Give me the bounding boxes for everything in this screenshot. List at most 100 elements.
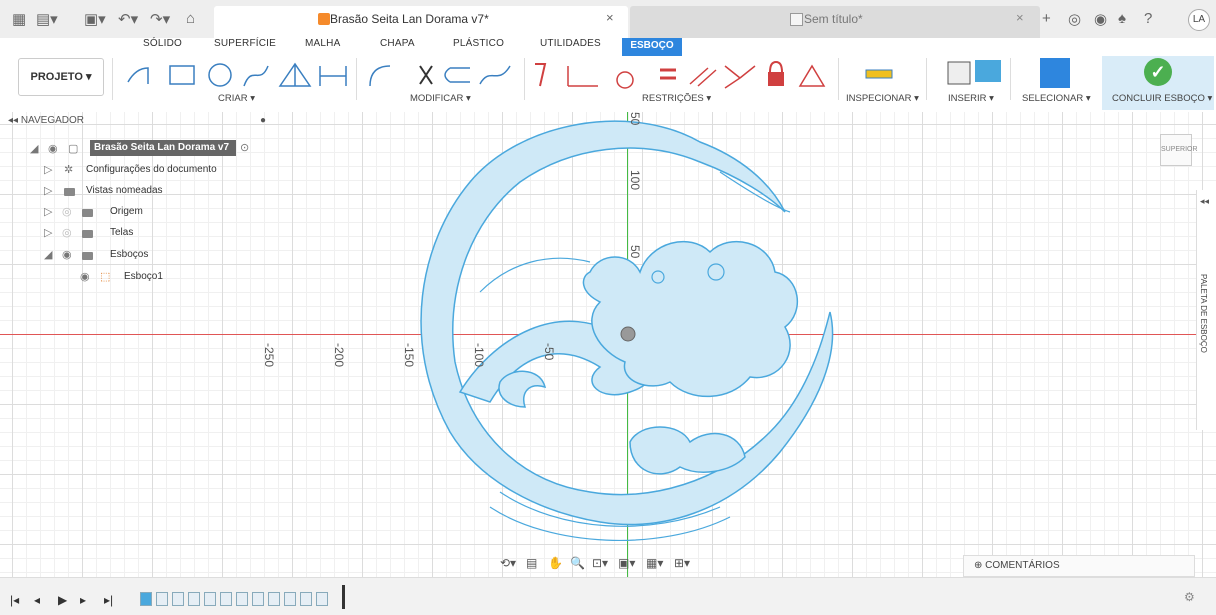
inspecionar-menu[interactable]: INSPECIONAR ▾ bbox=[846, 93, 919, 104]
orbit-icon[interactable]: ⟲▾ bbox=[500, 556, 516, 570]
folder-icon bbox=[82, 252, 93, 260]
line-tool-icon bbox=[127, 67, 149, 84]
check-icon[interactable]: ✓ bbox=[1144, 58, 1172, 86]
equal-icon bbox=[660, 68, 676, 80]
timeline-play-icon[interactable]: ▶ bbox=[58, 593, 67, 607]
timeline-prev-icon[interactable]: ◂ bbox=[34, 593, 40, 607]
criar-menu[interactable]: CRIAR ▾ bbox=[218, 93, 255, 104]
job-status-icon[interactable]: ◉ bbox=[1094, 10, 1107, 28]
collapse-palette-icon[interactable]: ◂◂ bbox=[1200, 196, 1209, 207]
timeline-step[interactable] bbox=[316, 592, 328, 606]
collapse-navigator-icon[interactable]: ◂◂ bbox=[8, 115, 21, 126]
pan-icon[interactable]: ✋ bbox=[548, 556, 563, 570]
tab-superficie[interactable]: SUPERFÍCIE bbox=[214, 38, 276, 49]
coincident-icon bbox=[567, 66, 598, 87]
ribbon-divider bbox=[356, 58, 357, 100]
expand-arrow-icon[interactable]: ▷ bbox=[44, 205, 52, 218]
nav-item-telas[interactable]: Telas bbox=[110, 223, 133, 243]
notifications-icon[interactable]: ♠ bbox=[1118, 10, 1126, 27]
lower-cloud-shape bbox=[629, 426, 746, 475]
expand-arrow-icon[interactable]: ▷ bbox=[44, 184, 52, 197]
add-comment-icon[interactable]: ⊕ bbox=[974, 560, 982, 571]
grid-settings-icon[interactable]: ▦▾ bbox=[646, 556, 663, 570]
projeto-button[interactable]: PROJETO ▾ bbox=[18, 58, 104, 96]
new-tab-icon[interactable]: + bbox=[1042, 10, 1051, 27]
concluir-esboco-menu[interactable]: CONCLUIR ESBOÇO ▾ bbox=[1112, 93, 1212, 104]
trim-scissors-icon bbox=[419, 65, 433, 85]
undo-icon[interactable]: ↶▾ bbox=[118, 10, 138, 28]
visibility-eye-icon[interactable]: ◉ bbox=[80, 270, 90, 283]
apps-grid-icon[interactable]: ▦ bbox=[12, 10, 26, 28]
close-second-tab-icon[interactable]: × bbox=[1016, 10, 1024, 25]
timeline-step[interactable] bbox=[156, 592, 168, 606]
timeline-step[interactable] bbox=[188, 592, 200, 606]
tab-esboco[interactable]: ESBOÇO bbox=[622, 38, 682, 54]
collapse-arrow-icon[interactable]: ◢ bbox=[44, 248, 52, 261]
timeline-marker[interactable] bbox=[342, 585, 345, 609]
close-tab-icon[interactable]: × bbox=[606, 10, 614, 25]
circle-tool-icon bbox=[208, 63, 232, 87]
activate-radio-icon[interactable]: ⊙ bbox=[240, 141, 249, 154]
second-tab-title: Sem título* bbox=[804, 12, 863, 26]
tab-malha[interactable]: MALHA bbox=[305, 38, 340, 49]
display-settings-icon[interactable]: ▣▾ bbox=[618, 556, 635, 570]
tab-chapa[interactable]: CHAPA bbox=[380, 38, 415, 49]
perpendicular-icon bbox=[724, 65, 756, 89]
timeline-step[interactable] bbox=[252, 592, 264, 606]
expand-arrow-icon[interactable]: ▷ bbox=[44, 163, 52, 176]
inserir-menu[interactable]: INSERIR ▾ bbox=[948, 93, 994, 104]
timeline-step[interactable] bbox=[172, 592, 184, 606]
ribbon-divider bbox=[112, 58, 113, 100]
timeline-next-icon[interactable]: ▸ bbox=[80, 593, 86, 607]
navigator-header[interactable]: ◂◂ NAVEGADOR ● bbox=[8, 115, 272, 133]
hidden-eye-icon[interactable]: ◎ bbox=[62, 205, 72, 218]
timeline-step[interactable] bbox=[300, 592, 312, 606]
lock-icon bbox=[768, 72, 784, 86]
nav-item-esbocos[interactable]: Esboços bbox=[110, 245, 148, 265]
spline-tool-icon bbox=[243, 65, 269, 87]
tab-solido[interactable]: SÓLIDO bbox=[143, 38, 182, 49]
comments-panel[interactable]: ⊕ COMENTÁRIOS bbox=[963, 555, 1195, 577]
expand-arrow-icon[interactable]: ▷ bbox=[44, 226, 52, 239]
look-at-icon[interactable]: ▤ bbox=[526, 556, 537, 570]
timeline-settings-gear-icon[interactable]: ⚙ bbox=[1184, 590, 1195, 604]
navigator-options-icon[interactable]: ● bbox=[260, 115, 266, 126]
extensions-icon[interactable]: ◎ bbox=[1068, 10, 1081, 28]
nav-item-vistas[interactable]: Vistas nomeadas bbox=[86, 181, 163, 201]
horizontal-vertical-icon bbox=[535, 63, 547, 87]
tangent-icon bbox=[616, 71, 634, 89]
modificar-menu[interactable]: MODIFICAR ▾ bbox=[410, 93, 471, 104]
timeline-step[interactable] bbox=[284, 592, 296, 606]
timeline-step[interactable] bbox=[268, 592, 280, 606]
insert-derive-icon bbox=[947, 61, 971, 85]
zoom-icon[interactable]: 🔍 bbox=[570, 556, 585, 570]
viewcube[interactable]: SUPERIOR bbox=[1160, 134, 1198, 166]
timeline-step[interactable] bbox=[236, 592, 248, 606]
timeline-end-icon[interactable]: ▸| bbox=[104, 593, 113, 607]
file-menu-icon[interactable]: ▤▾ bbox=[36, 10, 58, 28]
help-icon[interactable]: ? bbox=[1144, 10, 1152, 27]
visibility-eye-icon[interactable]: ◉ bbox=[48, 142, 58, 155]
avatar[interactable]: LA bbox=[1188, 9, 1210, 31]
timeline-start-icon[interactable]: |◂ bbox=[10, 593, 19, 607]
nav-item-origem[interactable]: Origem bbox=[110, 202, 143, 222]
timeline-step[interactable] bbox=[204, 592, 216, 606]
nav-item-esboco1[interactable]: Esboço1 bbox=[124, 267, 163, 287]
fit-icon[interactable]: ⊡▾ bbox=[592, 556, 608, 570]
selecionar-menu[interactable]: SELECIONAR ▾ bbox=[1022, 93, 1091, 104]
restricoes-menu[interactable]: RESTRIÇÕES ▾ bbox=[642, 93, 711, 104]
tab-plastico[interactable]: PLÁSTICO bbox=[453, 38, 504, 49]
timeline-step[interactable] bbox=[220, 592, 232, 606]
hidden-eye-icon[interactable]: ◎ bbox=[62, 226, 72, 239]
navigator-root[interactable]: Brasão Seita Lan Dorama v7 bbox=[90, 140, 236, 156]
visibility-eye-icon[interactable]: ◉ bbox=[62, 248, 72, 261]
home-icon[interactable]: ⌂ bbox=[186, 10, 195, 27]
timeline-step[interactable] bbox=[140, 592, 152, 606]
collapse-arrow-icon[interactable]: ◢ bbox=[30, 142, 38, 155]
viewports-icon[interactable]: ⊞▾ bbox=[674, 556, 690, 570]
tab-utilidades[interactable]: UTILIDADES bbox=[540, 38, 601, 49]
save-icon[interactable]: ▣▾ bbox=[84, 10, 106, 28]
nav-item-configuracoes[interactable]: Configurações do documento bbox=[86, 160, 217, 180]
sketch-icon: ⬚ bbox=[100, 271, 111, 283]
redo-icon[interactable]: ↷▾ bbox=[150, 10, 170, 28]
